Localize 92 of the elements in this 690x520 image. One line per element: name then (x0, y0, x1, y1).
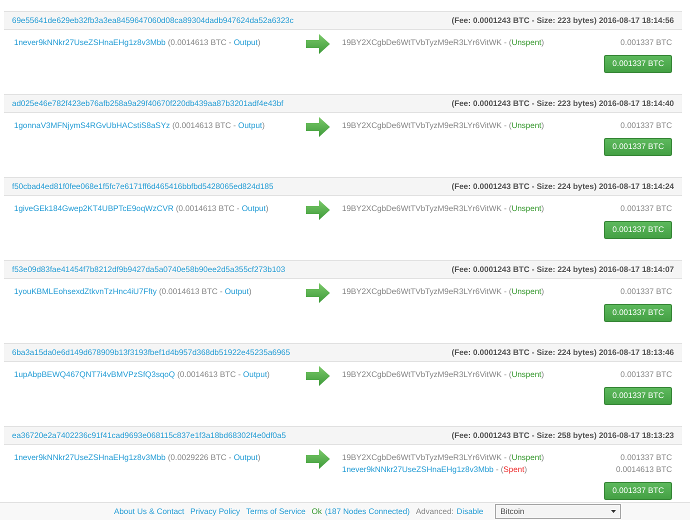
transaction-info: (Fee: 0.0001243 BTC - Size: 223 bytes) 2016-08-17 18:14:40 (452, 98, 674, 110)
transaction-hash-link[interactable]: f53e09d83fae41454f7b8212df9b9427da5a0740e58b90ee2d5a355cf273b103 (12, 264, 286, 276)
closing-parenthesis: ) (258, 453, 260, 462)
status-close: ) (541, 287, 544, 296)
transaction-info: (Fee: 0.0001243 BTC - Size: 223 bytes) 2016-08-17 18:14:56 (452, 14, 674, 26)
input-amount: (0.0014613 BTC - (177, 370, 241, 379)
arrow-right-icon (306, 366, 330, 386)
status-close: ) (541, 38, 544, 47)
input-address-link[interactable]: 1youKBMLEohsexdZtkvnTzHnc4iU7Ffty (14, 287, 157, 296)
output-status: Unspent (512, 370, 542, 379)
footer-link[interactable]: Privacy Policy (190, 506, 240, 518)
transaction-hash-link[interactable]: 69e55641de629eb32fb3a3ea8459647060d08ca89304dadb947624da52a6323c (12, 14, 294, 26)
caret-icon (611, 509, 616, 514)
output-amount: 0.0014613 BTC (616, 464, 672, 476)
input-amount: (0.0029226 BTC - (168, 453, 232, 462)
output-amount: 0.001337 BTC (620, 120, 672, 132)
transaction-hash-link[interactable]: ad025e46e782f423eb76afb258a9a29f40670f220db439aa87b3201adf4e43bf (12, 98, 284, 110)
input-address-link[interactable]: 1never9kNNkr27UseZSHnaEHg1z8v3Mbb (14, 38, 166, 47)
arrow-right-icon (306, 117, 330, 137)
disable-link[interactable]: Disable (456, 506, 484, 518)
footer-link[interactable]: About Us & Contact (114, 506, 184, 518)
connection-status: Ok (312, 506, 322, 518)
output-amount: 0.001337 BTC (620, 37, 672, 49)
transaction-info: (Fee: 0.0001243 BTC - Size: 224 bytes) 2016-08-17 18:14:07 (452, 264, 674, 276)
status-close: ) (541, 121, 544, 130)
total-amount-button[interactable]: 0.001337 BTC (604, 304, 672, 322)
arrow-right-icon (306, 200, 330, 220)
output-address: 19BY2XCgbDe6WtTVbTyzM9eR3LYr6VitWK (342, 38, 502, 47)
input-address-link[interactable]: 1never9kNNkr27UseZSHnaEHg1z8v3Mbb (14, 453, 166, 462)
input-address-link[interactable]: 1giveGEk184Gwep2KT4UBPTcE9oqWzCVR (14, 204, 174, 213)
output-status: Spent (503, 465, 524, 474)
input-amount: (0.0014613 BTC - (172, 121, 236, 130)
status-open: - ( (504, 121, 512, 130)
output-status: Unspent (512, 204, 542, 213)
total-amount-button[interactable]: 0.001337 BTC (604, 138, 672, 156)
output-amount: 0.001337 BTC (620, 452, 672, 464)
status-open: - ( (504, 370, 512, 379)
arrow-right-icon (306, 283, 330, 303)
footer-link[interactable]: Terms of Service (246, 506, 306, 518)
arrow-right-icon (306, 34, 330, 54)
status-close: ) (524, 465, 527, 474)
total-amount-button[interactable]: 0.001337 BTC (604, 221, 672, 239)
output-status: Unspent (512, 287, 542, 296)
output-type-link[interactable]: Output (242, 204, 266, 213)
closing-parenthesis: ) (248, 287, 252, 296)
status-open: - ( (504, 287, 512, 296)
output-type-link[interactable]: Output (234, 453, 258, 462)
total-amount-button[interactable]: 0.001337 BTC (604, 387, 672, 405)
output-amount: 0.001337 BTC (620, 203, 672, 215)
output-address: 19BY2XCgbDe6WtTVbTyzM9eR3LYr6VitWK (342, 370, 502, 379)
output-address: 19BY2XCgbDe6WtTVbTyzM9eR3LYr6VitWK (342, 453, 502, 462)
status-close: ) (541, 370, 544, 379)
status-open: - ( (504, 453, 512, 462)
input-address-link[interactable]: 1gonnaV3MFNjymS4RGvUbHACstiS8aSYz (14, 121, 170, 130)
transaction-hash-link[interactable]: 6ba3a15da0e6d149d678909b13f3193fbef1d4b957d368db51922e45235a6965 (12, 346, 290, 358)
transaction-hash-link[interactable]: ea36720e2a7402236c91f41cad9693e068115c837e1f3a18bd68302f4e0df0a5 (12, 430, 286, 442)
output-address: 19BY2XCgbDe6WtTVbTyzM9eR3LYr6VitWK (342, 287, 502, 296)
output-type-link[interactable]: Output (243, 370, 268, 379)
transaction-info: (Fee: 0.0001243 BTC - Size: 224 bytes) 2016-08-17 18:14:24 (452, 180, 674, 192)
status-close: ) (541, 453, 544, 462)
input-address-link[interactable]: 1upAbpBEWQ467QNT7i4vBMVPzSfQ3sqoQ (14, 370, 175, 379)
output-address: 19BY2XCgbDe6WtTVbTyzM9eR3LYr6VitWK (342, 204, 502, 213)
output-type-link[interactable]: Output (224, 287, 249, 296)
input-amount: (0.0014613 BTC - (158, 287, 223, 296)
output-status: Unspent (512, 121, 542, 130)
output-status: Unspent (512, 38, 542, 47)
output-status: Unspent (512, 453, 542, 462)
input-amount: (0.0014613 BTC - (168, 38, 232, 47)
output-address: 19BY2XCgbDe6WtTVbTyzM9eR3LYr6VitWK (342, 121, 502, 130)
closing-parenthesis: ) (258, 38, 260, 47)
output-amount: 0.001337 BTC (620, 286, 672, 298)
arrow-right-icon (306, 449, 330, 469)
status-open: - ( (504, 38, 512, 47)
input-amount: (0.0014613 BTC - (176, 204, 240, 213)
closing-parenthesis: ) (262, 121, 265, 130)
status-open: - ( (504, 204, 512, 213)
advanced-label: Advanced: (416, 506, 454, 518)
output-type-link[interactable]: Output (238, 121, 262, 130)
total-amount-button[interactable]: 0.001337 BTC (604, 55, 672, 73)
network-select[interactable]: Bitcoin (495, 504, 622, 519)
transaction-hash-link[interactable]: f50cbad4ed81f0fee068e1f5fc7e6171ff6d465416bbfbd5428065ed824d185 (12, 180, 274, 192)
nodes-connected: (187 Nodes Connected) (324, 506, 410, 518)
output-type-link[interactable]: Output (234, 38, 258, 47)
total-amount-button[interactable]: 0.001337 BTC (604, 482, 672, 500)
closing-parenthesis: ) (267, 370, 270, 379)
closing-parenthesis: ) (266, 204, 268, 213)
status-close: ) (541, 204, 544, 213)
status-open: - ( (496, 465, 504, 474)
output-amount: 0.001337 BTC (620, 369, 672, 381)
output-address-link[interactable]: 1never9kNNkr27UseZSHnaEHg1z8v3Mbb (342, 465, 494, 474)
transaction-info: (Fee: 0.0001243 BTC - Size: 224 bytes) 2016-08-17 18:13:46 (452, 346, 674, 358)
transaction-info: (Fee: 0.0001243 BTC - Size: 258 bytes) 2016-08-17 18:13:23 (452, 430, 674, 442)
